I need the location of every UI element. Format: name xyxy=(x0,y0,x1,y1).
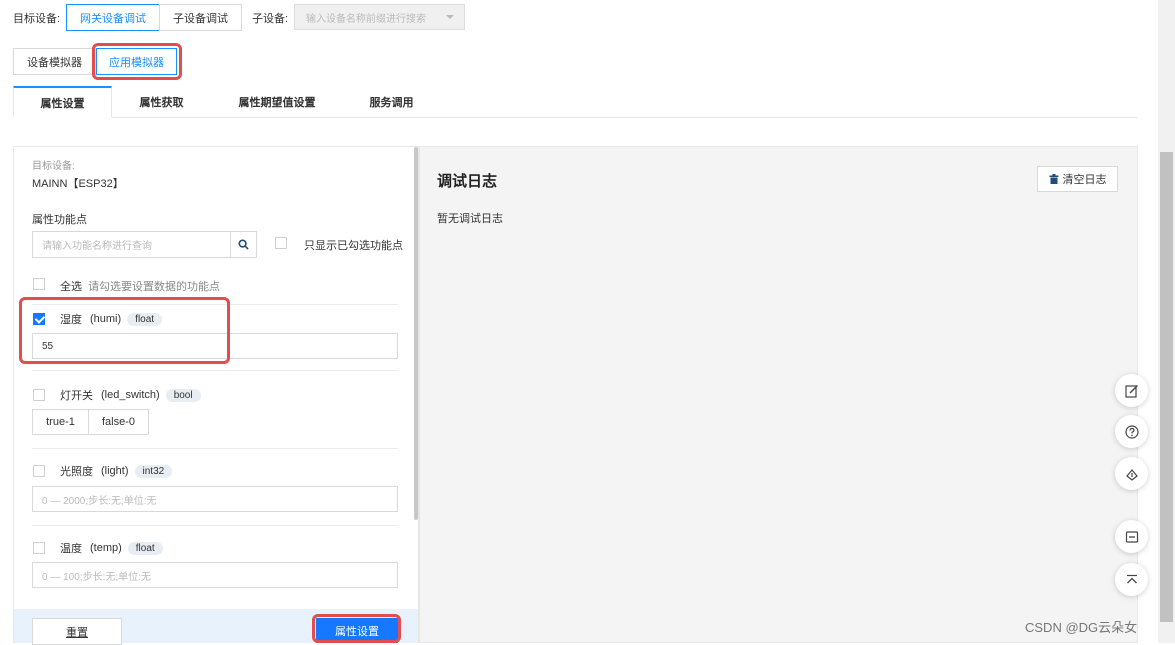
func-search-input[interactable]: 请输入功能名称进行查询 xyxy=(32,231,231,258)
func-point-label: 属性功能点 xyxy=(32,214,87,226)
tab-service-call[interactable]: 服务调用 xyxy=(345,86,438,117)
watermark-text: CSDN @DG云朵女 xyxy=(1025,620,1138,635)
sub-device-select-placeholder: 输入设备名称前缀进行搜索 xyxy=(306,13,426,25)
only-checked-checkbox[interactable] xyxy=(275,237,287,249)
cloud-icon xyxy=(1125,468,1138,481)
minus-float-button[interactable] xyxy=(1115,520,1148,553)
led-switch-type-badge: bool xyxy=(165,388,201,402)
debug-log-title: 调试日志 xyxy=(437,173,498,190)
led-switch-id: (led_switch) xyxy=(101,389,160,401)
trash-icon xyxy=(1049,174,1058,184)
light-name: 光照度 xyxy=(60,466,93,478)
led-true-button[interactable]: true-1 xyxy=(32,409,89,435)
highlight-app-simulator xyxy=(92,43,182,80)
light-value-input[interactable]: 0 — 2000;步长:无;单位:无 xyxy=(32,486,398,512)
temp-id: (temp) xyxy=(90,542,122,554)
select-all-label: 全选 请勾选要设置数据的功能点 xyxy=(60,278,220,294)
back-to-top-icon xyxy=(1126,574,1137,583)
search-icon xyxy=(238,239,249,250)
light-title: 光照度 (light) int32 xyxy=(60,463,173,479)
help-float-button[interactable] xyxy=(1115,415,1148,448)
device-simulator-tab[interactable]: 设备模拟器 xyxy=(13,48,96,75)
highlight-humi xyxy=(19,297,230,364)
temp-name: 温度 xyxy=(60,543,82,555)
temp-checkbox[interactable] xyxy=(33,542,45,554)
led-switch-checkbox[interactable] xyxy=(33,389,45,401)
sub-device-debug-button[interactable]: 子设备调试 xyxy=(159,4,242,31)
select-all-checkbox[interactable] xyxy=(33,278,45,290)
only-checked-label: 只显示已勾选功能点 xyxy=(304,240,403,252)
light-type-badge: int32 xyxy=(134,464,173,478)
empty-log-text: 暂无调试日志 xyxy=(437,213,503,225)
select-all-hint: 请勾选要设置数据的功能点 xyxy=(88,281,221,293)
led-switch-title: 灯开关 (led_switch) bool xyxy=(60,387,201,403)
tab-property-set[interactable]: 属性设置 xyxy=(13,86,112,117)
divider xyxy=(32,448,398,449)
highlight-submit xyxy=(312,614,401,643)
light-id: (light) xyxy=(101,465,129,477)
reset-button-label: 重置 xyxy=(66,626,88,639)
temp-placeholder: 0 — 100;步长:无;单位:无 xyxy=(42,571,151,583)
sub-device-label: 子设备: xyxy=(252,13,289,25)
sub-device-select[interactable]: 输入设备名称前缀进行搜索 xyxy=(294,4,465,30)
clear-log-button[interactable]: 清空日志 xyxy=(1037,166,1118,192)
cloud-float-button[interactable] xyxy=(1115,457,1148,490)
temp-value-input[interactable]: 0 — 100;步长:无;单位:无 xyxy=(32,562,398,588)
select-all-text: 全选 xyxy=(60,281,82,293)
tabs-underline xyxy=(112,117,1137,118)
light-placeholder: 0 — 2000;步长:无;单位:无 xyxy=(42,495,157,507)
edit-float-button[interactable] xyxy=(1115,374,1148,407)
left-target-value: MAINN【ESP32】 xyxy=(32,178,124,190)
tab-property-desired[interactable]: 属性期望值设置 xyxy=(216,86,338,117)
search-button[interactable] xyxy=(230,231,257,258)
target-device-label: 目标设备: xyxy=(13,13,61,25)
minus-icon xyxy=(1125,530,1138,543)
reset-button[interactable]: 重置 xyxy=(32,618,122,645)
left-target-label: 目标设备: xyxy=(32,161,75,172)
clear-log-label: 清空日志 xyxy=(1062,174,1107,186)
light-checkbox[interactable] xyxy=(33,465,45,477)
led-false-button[interactable]: false-0 xyxy=(88,409,149,435)
chevron-down-icon xyxy=(446,15,454,19)
divider xyxy=(32,370,398,371)
tab-property-get[interactable]: 属性获取 xyxy=(115,86,208,117)
divider xyxy=(32,525,398,526)
edit-icon xyxy=(1124,384,1138,398)
gateway-debug-button[interactable]: 网关设备调试 xyxy=(66,4,160,31)
temp-title: 温度 (temp) float xyxy=(60,540,163,556)
temp-type-badge: float xyxy=(127,541,163,555)
page-scrollbar-thumb[interactable] xyxy=(1160,152,1173,622)
func-search-placeholder: 请输入功能名称进行查询 xyxy=(42,241,152,252)
led-switch-name: 灯开关 xyxy=(60,390,93,402)
panel-divider xyxy=(418,147,420,643)
back-to-top-float-button[interactable] xyxy=(1115,563,1148,596)
help-icon xyxy=(1124,424,1139,439)
